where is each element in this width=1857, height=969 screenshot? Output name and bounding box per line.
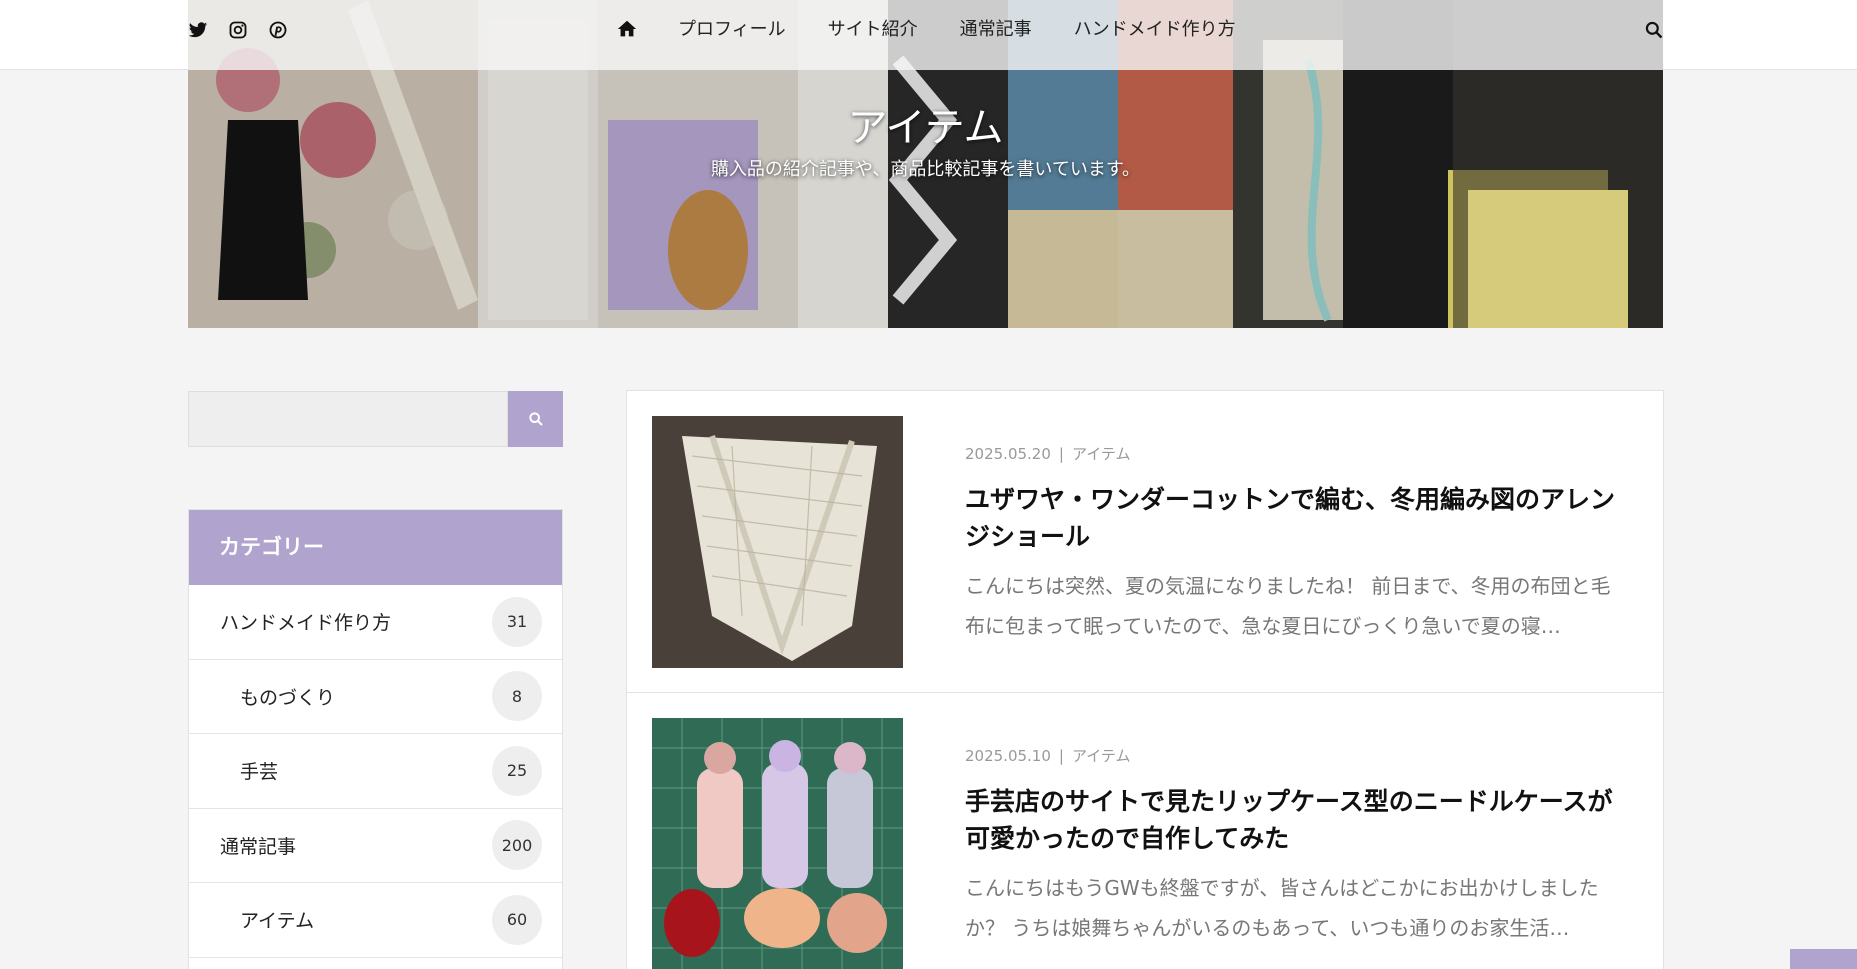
post-date: 2025.05.10 — [965, 747, 1051, 765]
category-item-item[interactable]: アイテム 60 — [189, 883, 562, 958]
category-count-badge: 25 — [492, 745, 542, 796]
post-title[interactable]: ユザワヤ・ワンダーコットンで編む、冬用編み図のアレンジショール — [965, 481, 1625, 555]
instagram-icon[interactable] — [228, 20, 248, 40]
category-count-badge: 60 — [492, 894, 542, 945]
nav-site-intro[interactable]: サイト紹介 — [828, 18, 918, 42]
post-date: 2025.05.20 — [965, 445, 1051, 463]
pinterest-icon[interactable] — [268, 20, 288, 40]
category-count-badge: 31 — [492, 596, 542, 647]
category-name: ハンドメイド作り方 — [220, 612, 392, 635]
post-meta: 2025.05.20 | アイテム — [965, 445, 1131, 463]
search-icon[interactable] — [1644, 20, 1664, 40]
search-button[interactable] — [508, 391, 563, 447]
sidebar-search — [188, 391, 563, 447]
nav-profile[interactable]: プロフィール — [678, 18, 786, 42]
category-name: 通常記事 — [220, 835, 297, 858]
post-excerpt: こんにちはもうGWも終盤ですが、皆さんはどこかにお出かけしましたか？ うちは娘舞… — [965, 876, 1599, 940]
post-list: 2025.05.20 | アイテム ユザワヤ・ワンダーコットンで編む、冬用編み図のア… — [626, 390, 1664, 969]
category-item-handmade[interactable]: ハンドメイド作り方 31 — [189, 585, 562, 660]
category-hero-banner: アイテム 購入品の紹介記事や、商品比較記事を書いています。 — [188, 0, 1663, 328]
category-name: 手芸 — [240, 761, 279, 784]
category-widget-title: カテゴリー — [189, 510, 562, 585]
post-thumbnail[interactable] — [652, 718, 903, 969]
post-excerpt: こんにちは突然、夏の気温になりましたね！ 前日まで、冬用の布団と毛布に包まって眠… — [965, 574, 1611, 638]
nav-handmade-howto[interactable]: ハンドメイド作り方 — [1074, 18, 1236, 42]
post-card[interactable]: 2025.05.20 | アイテム ユザワヤ・ワンダーコットンで編む、冬用編み図のア… — [627, 391, 1663, 693]
home-icon[interactable] — [616, 18, 638, 42]
category-count-badge: 200 — [492, 820, 542, 871]
post-title[interactable]: 手芸店のサイトで見たリップケース型のニードルケースが可愛かったので自作してみた — [965, 783, 1625, 857]
post-meta: 2025.05.10 | アイテム — [965, 747, 1131, 765]
search-icon — [528, 412, 543, 426]
post-category[interactable]: アイテム — [1072, 445, 1131, 463]
nav-regular-posts[interactable]: 通常記事 — [960, 18, 1032, 42]
category-count-badge: 8 — [492, 671, 542, 722]
category-item-regular[interactable]: 通常記事 200 — [189, 809, 562, 883]
twitter-icon[interactable] — [188, 20, 208, 40]
social-links — [188, 20, 288, 40]
category-item-monozukuri[interactable]: ものづくり 8 — [189, 660, 562, 734]
post-thumbnail[interactable] — [652, 416, 903, 668]
global-nav: プロフィール サイト紹介 通常記事 ハンドメイド作り方 — [616, 18, 1278, 42]
search-input[interactable] — [188, 391, 508, 447]
category-name: アイテム — [240, 910, 315, 933]
category-description: 購入品の紹介記事や、商品比較記事を書いています。 — [710, 159, 1141, 180]
category-widget: カテゴリー ハンドメイド作り方 31 ものづくり 8 手芸 25 通常記事 20… — [188, 509, 563, 969]
post-card[interactable]: 2025.05.10 | アイテム 手芸店のサイトで見たリップケース型のニードルケー… — [627, 693, 1663, 969]
category-name: ものづくり — [240, 686, 336, 709]
back-to-top-button[interactable] — [1790, 949, 1857, 969]
category-item-shugei[interactable]: 手芸 25 — [189, 734, 562, 809]
category-title: アイテム — [847, 105, 1004, 151]
post-category[interactable]: アイテム — [1072, 747, 1131, 765]
